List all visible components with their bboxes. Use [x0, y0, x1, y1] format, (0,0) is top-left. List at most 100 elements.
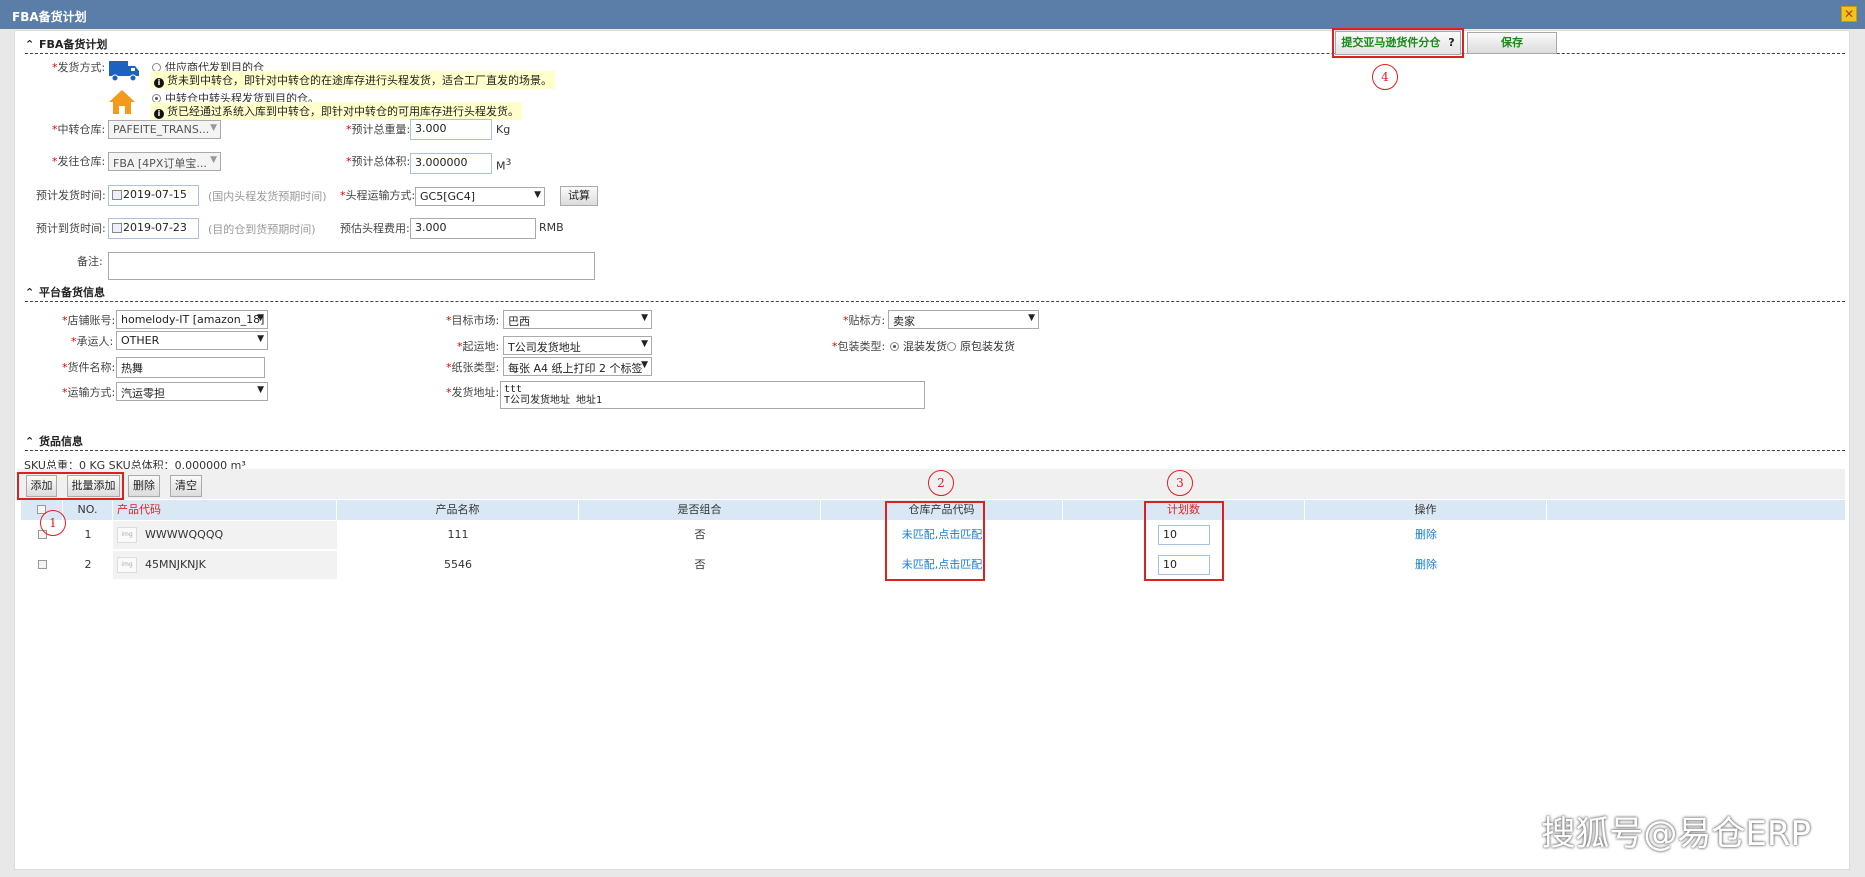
- product-thumbnail: img: [117, 527, 137, 543]
- row-code: img WWWWQQQQ: [113, 521, 337, 549]
- annotation-box-1: [17, 472, 124, 500]
- dropdown-arrow-icon: ▼: [257, 385, 264, 395]
- dest-wh-label: *发往仓库:: [52, 155, 106, 168]
- section-plan-header[interactable]: ⌃ FBA备货计划: [25, 36, 107, 52]
- transport-label: *头程运输方式:: [340, 189, 416, 202]
- weight-input[interactable]: 3.000: [410, 119, 492, 140]
- ship-mode-label: *发货方式:: [52, 61, 106, 74]
- product-thumbnail: img: [117, 557, 137, 573]
- clear-button[interactable]: 清空: [170, 475, 202, 497]
- ship-method-select[interactable]: 汽运零担 ▼: [116, 382, 268, 401]
- section-platform-header[interactable]: ⌃ 平台备货信息: [25, 284, 105, 300]
- watermark: 搜狐号@易仓ERP: [1541, 814, 1811, 854]
- save-button[interactable]: 保存: [1467, 32, 1557, 54]
- col-combo: 是否组合: [579, 500, 821, 520]
- paper-select[interactable]: 每张 A4 纸上打印 2 个标签 ▼: [503, 357, 652, 376]
- arrive-date-input[interactable]: 2019-07-23: [108, 218, 199, 239]
- transit-wh-label: *中转仓库:: [52, 123, 106, 136]
- main-panel: ⌃ FBA备货计划 提交亚马逊货件分仓 ? 保存 4 *发货方式: 供应商代发到目…: [14, 28, 1850, 870]
- carrier-label: *承运人:: [71, 335, 114, 348]
- weight-unit: Kg: [496, 123, 511, 136]
- divider: [25, 301, 1845, 302]
- calc-button[interactable]: 试算: [560, 186, 598, 206]
- close-icon[interactable]: ✕: [1841, 6, 1857, 22]
- market-select[interactable]: 巴西 ▼: [503, 310, 652, 329]
- window-title: FBA备货计划: [12, 10, 87, 24]
- col-no: NO.: [63, 500, 113, 520]
- row-delete-link[interactable]: 删除: [1305, 521, 1547, 549]
- ship-date-label: 预计发货时间:: [36, 189, 106, 202]
- ship-option-2-notice: i 货已经通过系统入库到中转仓，即针对中转仓的可用库存进行头程发货。: [151, 102, 522, 120]
- col-ops: 操作: [1305, 500, 1547, 520]
- section-goods-title: 货品信息: [39, 435, 83, 448]
- transport-select[interactable]: GC5[GC4] ▼: [415, 187, 545, 206]
- dropdown-arrow-icon: ▼: [1028, 313, 1035, 323]
- labeler-label: *贴标方:: [843, 314, 886, 327]
- annotation-circle-3: 3: [1167, 470, 1193, 496]
- goods-name-label: *货件名称:: [62, 361, 116, 374]
- pack-label: *包装类型:: [832, 340, 886, 353]
- ship-option-1-notice: i 货未到中转仓，即针对中转仓的在途库存进行头程发货，适合工厂直发的场景。: [151, 71, 555, 89]
- delete-button[interactable]: 删除: [128, 475, 160, 497]
- fee-label: 预估头程费用:: [340, 222, 410, 235]
- market-label: *目标市场:: [446, 314, 500, 327]
- address-label: *发货地址:: [446, 386, 500, 399]
- store-label: *店铺账号:: [62, 314, 116, 327]
- dropdown-arrow-icon: ▼: [210, 155, 217, 165]
- calendar-icon[interactable]: [112, 223, 122, 233]
- pack-option-original[interactable]: 原包装发货: [947, 338, 1015, 354]
- annotation-circle-2: 2: [928, 470, 954, 496]
- col-name: 产品名称: [337, 500, 579, 520]
- calendar-icon[interactable]: [112, 190, 122, 200]
- row-no: 1: [84, 528, 92, 541]
- info-icon: i: [154, 109, 164, 119]
- radio-pack-original[interactable]: [947, 342, 956, 351]
- section-goods-header[interactable]: ⌃ 货品信息: [25, 433, 83, 449]
- chevron-up-icon: ⌃: [25, 38, 35, 51]
- annotation-circle-1: 1: [40, 510, 66, 536]
- store-select[interactable]: homelody-IT [amazon_18] ▼: [116, 310, 268, 329]
- carrier-select[interactable]: OTHER ▼: [116, 331, 268, 350]
- annotation-box-3: [1144, 501, 1224, 581]
- remark-textarea[interactable]: [108, 252, 595, 280]
- dropdown-arrow-icon: ▼: [257, 334, 264, 344]
- row-checkbox[interactable]: [37, 560, 47, 569]
- row-combo: 否: [694, 558, 706, 571]
- chevron-up-icon: ⌃: [25, 435, 35, 448]
- row-checkbox-cell: [21, 551, 63, 579]
- dropdown-arrow-icon: ▼: [257, 313, 264, 323]
- dropdown-arrow-icon: ▼: [641, 360, 648, 370]
- ship-date-input[interactable]: 2019-07-15: [108, 185, 199, 206]
- row-code: img 45MNJKNJK: [113, 551, 337, 579]
- volume-input[interactable]: 3.000000: [410, 153, 492, 174]
- origin-select[interactable]: T公司发货地址 ▼: [503, 336, 652, 355]
- ship-method-label: *运输方式:: [62, 386, 116, 399]
- col-code[interactable]: 产品代码: [113, 500, 337, 520]
- annotation-box-2: [885, 501, 985, 581]
- row-name: 111: [447, 528, 469, 541]
- row-name: 5546: [444, 558, 472, 571]
- radio-pack-mixed[interactable]: [890, 342, 899, 351]
- fee-input[interactable]: 3.000: [410, 218, 536, 239]
- volume-label: *预计总体积:: [346, 155, 411, 168]
- paper-label: *纸张类型:: [446, 361, 500, 374]
- info-icon: i: [154, 78, 164, 88]
- pack-option-mixed[interactable]: 混装发货: [890, 338, 947, 354]
- dest-wh-select[interactable]: FBA [4PX订单宝... ▼: [108, 152, 221, 171]
- divider: [25, 450, 1845, 451]
- labeler-select[interactable]: 卖家 ▼: [888, 310, 1039, 329]
- volume-unit: M3: [496, 157, 512, 173]
- origin-label: *起运地:: [457, 340, 500, 353]
- dropdown-arrow-icon: ▼: [210, 123, 217, 133]
- section-platform-title: 平台备货信息: [39, 286, 105, 299]
- address-textarea[interactable]: ttt T公司发货地址 地址1: [500, 381, 925, 409]
- remark-label: 备注:: [77, 255, 103, 268]
- transit-wh-select[interactable]: PAFEITE_TRANS... ▼: [108, 120, 221, 139]
- window-titlebar: FBA备货计划: [0, 0, 1865, 29]
- row-no: 2: [84, 558, 92, 571]
- annotation-circle-4: 4: [1372, 64, 1398, 90]
- row-delete-link[interactable]: 删除: [1305, 551, 1547, 579]
- annotation-box-4: [1332, 28, 1464, 58]
- goods-name-input[interactable]: 热舞: [116, 357, 265, 378]
